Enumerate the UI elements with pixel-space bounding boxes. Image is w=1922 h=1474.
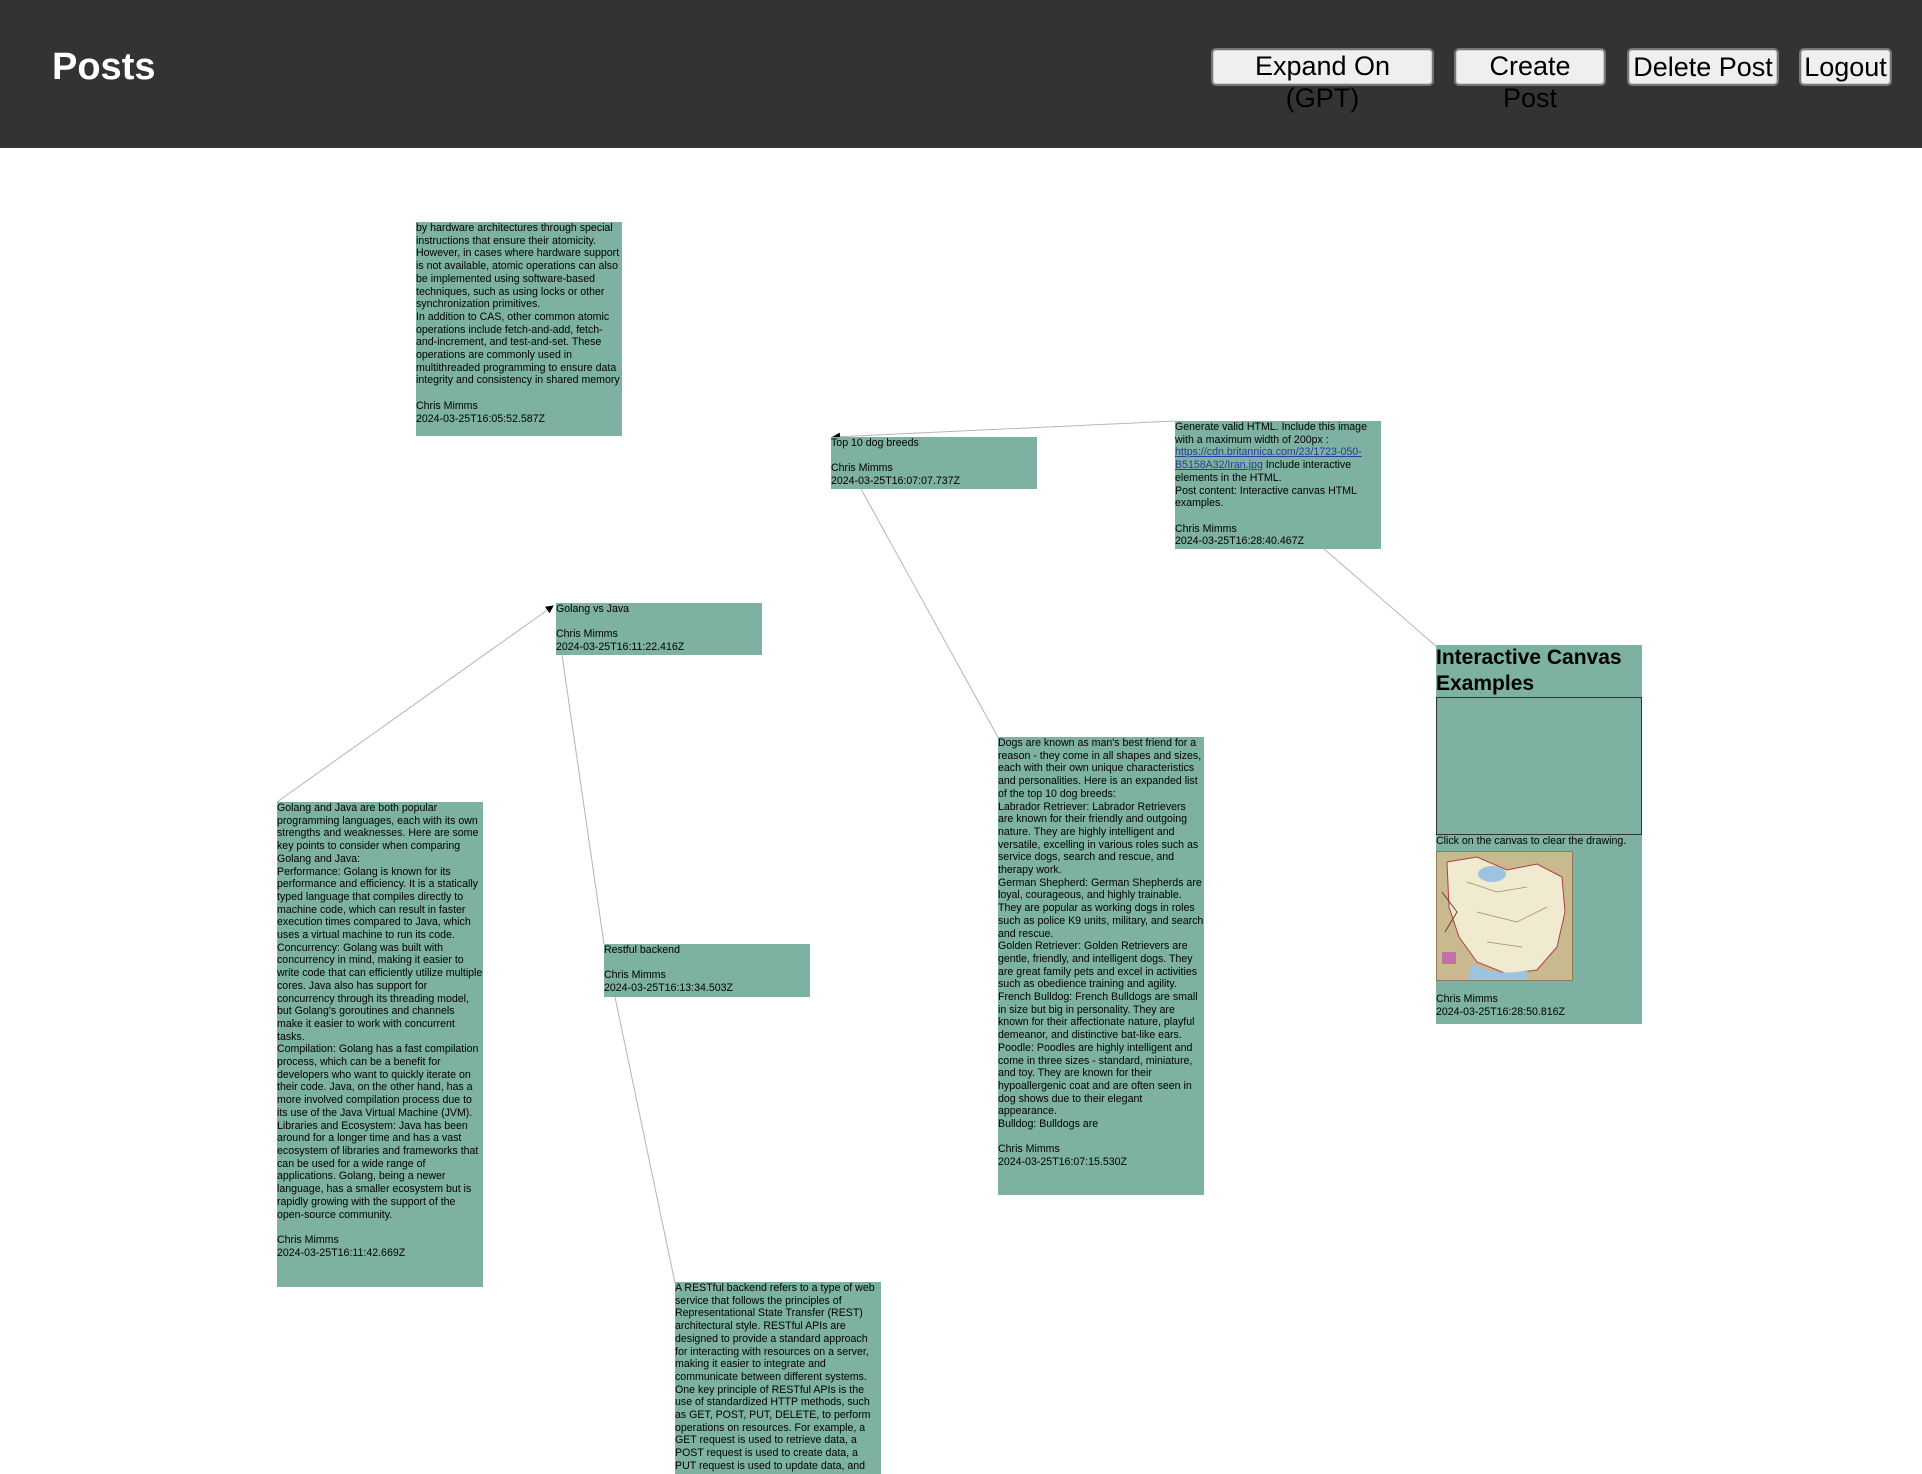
post-body: French Bulldog: French Bulldogs are smal… bbox=[998, 991, 1198, 1042]
post-author: Chris Mimms bbox=[1436, 993, 1498, 1006]
post-body: Labrador Retriever: Labrador Retrievers … bbox=[998, 800, 1199, 877]
post-body: Compilation: Golang has a fast compilati… bbox=[277, 1043, 479, 1119]
post-title: Restful backend bbox=[604, 944, 680, 956]
post-card-top-10-dog-breeds[interactable]: Top 10 dog breeds Chris Mimms 2024-03-25… bbox=[831, 437, 1037, 489]
post-body: Golden Retriever: Golden Retrievers are … bbox=[998, 940, 1198, 991]
link-line bbox=[614, 996, 676, 1284]
post-body: Bulldog: Bulldogs are bbox=[998, 1118, 1099, 1131]
post-card-interactive-canvas[interactable]: Interactive Canvas Examples Click on the… bbox=[1436, 645, 1642, 1024]
post-author: Chris Mimms bbox=[831, 462, 893, 475]
post-body: Dogs are known as man's best friend for … bbox=[998, 737, 1202, 800]
post-timestamp: 2024-03-25T16:28:50.816Z bbox=[1436, 1006, 1565, 1019]
post-timestamp: 2024-03-25T16:07:07.737Z bbox=[831, 475, 960, 488]
create-post-button[interactable]: Create Post bbox=[1454, 48, 1606, 113]
post-body: One key principle of RESTful APIs is the… bbox=[675, 1383, 871, 1472]
post-body: by hardware architectures through specia… bbox=[416, 222, 620, 311]
post-body: In addition to CAS, other common atomic … bbox=[416, 310, 620, 387]
post-author: Chris Mimms bbox=[1175, 522, 1237, 535]
post-timestamp: 2024-03-25T16:11:22.416Z bbox=[556, 641, 685, 654]
post-timestamp: 2024-03-25T16:28:40.467Z bbox=[1175, 535, 1304, 548]
map-graphic bbox=[1437, 851, 1572, 980]
post-card-dog-breeds-expanded[interactable]: Dogs are known as man's best friend for … bbox=[998, 737, 1204, 1195]
post-timestamp: 2024-03-25T16:07:15.530Z bbox=[998, 1156, 1127, 1169]
delete-post-button[interactable]: Delete Post bbox=[1627, 48, 1779, 86]
drawing-canvas[interactable] bbox=[1436, 697, 1642, 835]
expand-on-gpt-button[interactable]: Expand On (GPT) bbox=[1211, 48, 1434, 113]
iran-map-image bbox=[1436, 850, 1573, 981]
canvas-instructions: Click on the canvas to clear the drawing… bbox=[1436, 835, 1627, 847]
post-timestamp: 2024-03-25T16:05:52.587Z bbox=[416, 412, 545, 425]
post-timestamp: 2024-03-25T16:11:42.669Z bbox=[277, 1246, 406, 1259]
post-card-generate-html[interactable]: Generate valid HTML. Include this image … bbox=[1175, 421, 1381, 549]
post-card-atomic-operations[interactable]: by hardware architectures through specia… bbox=[416, 222, 622, 436]
page-title: Posts bbox=[52, 46, 156, 88]
post-body: Concurrency: Golang was built with concu… bbox=[277, 941, 483, 1043]
link-line bbox=[1322, 547, 1438, 648]
post-title: Golang vs Java bbox=[556, 603, 630, 615]
post-author: Chris Mimms bbox=[604, 969, 666, 982]
post-timestamp: 2024-03-25T16:13:34.503Z bbox=[604, 982, 733, 995]
post-body: Performance: Golang is known for its per… bbox=[277, 865, 478, 942]
post-heading: Interactive Canvas Examples bbox=[1436, 646, 1622, 695]
post-body: Libraries and Ecosystem: Java has been a… bbox=[277, 1119, 479, 1221]
post-card-golang-java-comparison[interactable]: Golang and Java are both popular program… bbox=[277, 802, 483, 1287]
post-card-restful-backend[interactable]: Restful backend Chris Mimms 2024-03-25T1… bbox=[604, 944, 810, 997]
post-author: Chris Mimms bbox=[277, 1233, 339, 1246]
link-line bbox=[860, 488, 1000, 740]
post-body: Golang and Java are both popular program… bbox=[277, 802, 479, 865]
post-body: Post content: Interactive canvas HTML ex… bbox=[1175, 484, 1357, 510]
post-body: German Shepherd: German Shepherds are lo… bbox=[998, 876, 1204, 940]
post-author: Chris Mimms bbox=[998, 1143, 1060, 1156]
link-line bbox=[561, 654, 605, 945]
post-body: Generate valid HTML. Include this image … bbox=[1175, 421, 1367, 484]
post-card-golang-vs-java[interactable]: Golang vs Java Chris Mimms 2024-03-25T16… bbox=[556, 603, 762, 655]
post-title: Top 10 dog breeds bbox=[831, 437, 919, 449]
post-body: A RESTful backend refers to a type of we… bbox=[675, 1282, 875, 1383]
post-body: Poodle: Poodles are highly intelligent a… bbox=[998, 1041, 1193, 1118]
link-line bbox=[276, 605, 554, 803]
top-bar: Posts Expand On (GPT) Create Post Delete… bbox=[0, 0, 1922, 148]
link-line bbox=[832, 420, 1176, 441]
post-card-restful-explained[interactable]: A RESTful backend refers to a type of we… bbox=[675, 1282, 881, 1474]
post-author: Chris Mimms bbox=[416, 399, 478, 412]
post-author: Chris Mimms bbox=[556, 628, 618, 641]
logout-button[interactable]: Logout bbox=[1799, 48, 1892, 86]
